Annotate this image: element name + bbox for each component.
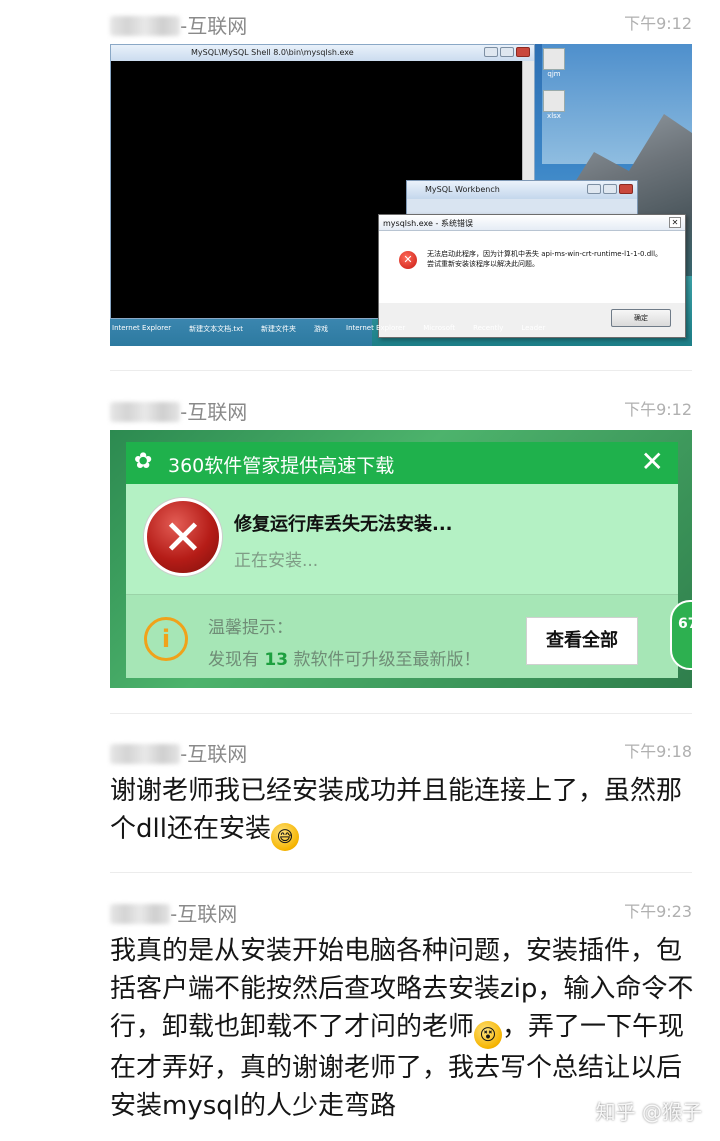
zhihu-watermark: 知乎 @猴子 bbox=[595, 1100, 702, 1124]
message-divider bbox=[110, 713, 692, 714]
upgrade-tip-panel: i 温馨提示： 发现有 13 款软件可升级至最新版！ 查看全部 bbox=[126, 594, 678, 678]
sender-name-blur bbox=[110, 16, 180, 36]
close-icon: ✕ bbox=[640, 445, 664, 478]
installer-title: 360软件管家提供高速下载 bbox=[168, 455, 395, 477]
install-status-subtitle: 正在安装... bbox=[234, 551, 319, 571]
close-icon: ✕ bbox=[669, 217, 681, 228]
console-title: MySQL\MySQL Shell 8.0\bin\mysqlsh.exe bbox=[111, 45, 534, 61]
error-icon: ✕ bbox=[144, 498, 222, 576]
message-3-sender[interactable]: -互联网 bbox=[110, 738, 247, 767]
close-icon bbox=[619, 184, 633, 194]
message-3-text: 谢谢老师我已经安装成功并且能连接上了，虽然那个dll还在安装 😅 bbox=[110, 772, 695, 851]
minimize-icon bbox=[484, 47, 498, 57]
spreadsheet-icon bbox=[543, 90, 565, 112]
side-badge: 67 bbox=[670, 600, 692, 670]
tip-message: 发现有 13 款软件可升级至最新版！ bbox=[208, 650, 481, 670]
message-4-time: 下午9:23 bbox=[624, 902, 692, 921]
laughing-crying-emoji-icon: 😅 bbox=[270, 823, 299, 851]
close-icon bbox=[516, 47, 530, 57]
view-all-button: 查看全部 bbox=[526, 617, 638, 665]
mysql-error-screenshot[interactable]: MySQL\MySQL Shell 8.0\bin\mysqlsh.exe qj… bbox=[110, 44, 692, 346]
maximize-icon bbox=[603, 184, 617, 194]
error-message: 无法启动此程序，因为计算机中丢失 api-ms-win-crt-runtime-… bbox=[427, 250, 663, 268]
install-status-title: 修复运行库丢失无法安装... bbox=[234, 514, 453, 535]
sender-name-blur bbox=[110, 744, 180, 764]
install-status-panel: ✕ 修复运行库丢失无法安装... 正在安装... bbox=[126, 484, 678, 594]
installer-header: ✿ 360软件管家提供高速下载 ✕ bbox=[126, 442, 678, 484]
dizzy-face-emoji-icon: 😵 bbox=[474, 1021, 503, 1049]
message-divider bbox=[110, 370, 692, 371]
message-3-time: 下午9:18 bbox=[624, 742, 692, 761]
console-window-buttons bbox=[484, 47, 530, 57]
error-icon: ✕ bbox=[399, 251, 417, 269]
message-2-sender[interactable]: -互联网 bbox=[110, 396, 247, 425]
sender-name-blur bbox=[110, 904, 170, 924]
workbench-window-buttons bbox=[587, 184, 633, 194]
desktop-icon-labels: Internet Explorer 新建文本文档.txt 新建文件夹 游戏 In… bbox=[112, 324, 546, 333]
message-1-sender[interactable]: -互联网 bbox=[110, 10, 247, 39]
minimize-icon bbox=[587, 184, 601, 194]
message-1-time: 下午9:12 bbox=[624, 14, 692, 33]
360-logo-icon: ✿ bbox=[134, 449, 153, 474]
sender-name-blur bbox=[110, 402, 180, 422]
error-dialog-title: mysqlsh.exe - 系统错误 bbox=[379, 215, 685, 231]
upgrade-count: 13 bbox=[264, 650, 289, 670]
message-2-time: 下午9:12 bbox=[624, 400, 692, 419]
tip-label: 温馨提示： bbox=[208, 618, 293, 638]
info-icon: i bbox=[144, 617, 188, 661]
360-installer-screenshot[interactable]: ✿ 360软件管家提供高速下载 ✕ ✕ 修复运行库丢失无法安装... 正在安装.… bbox=[110, 430, 692, 688]
message-divider bbox=[110, 872, 692, 873]
maximize-icon bbox=[500, 47, 514, 57]
file-icon bbox=[543, 48, 565, 70]
desktop-icons: qjm xlsx bbox=[536, 46, 572, 120]
error-dialog-body: ✕ 无法启动此程序，因为计算机中丢失 api-ms-win-crt-runtim… bbox=[379, 231, 685, 303]
message-4-sender[interactable]: -互联网 bbox=[110, 898, 237, 927]
